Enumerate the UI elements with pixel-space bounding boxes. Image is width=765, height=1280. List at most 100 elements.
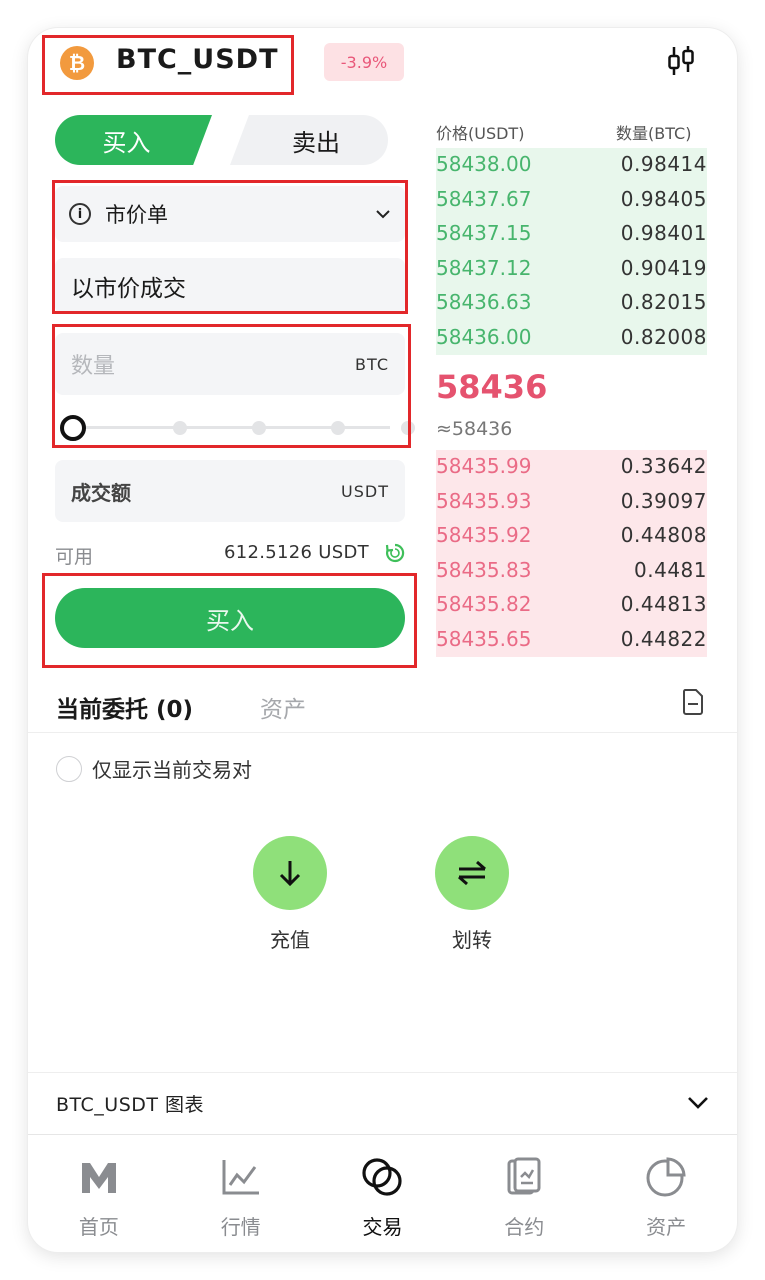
orderbook-price: 58435.83 [436,557,532,582]
orderbook-qty: 0.33642 [620,454,707,478]
orderbook-qty: 0.44822 [620,626,707,651]
orderbook-row[interactable]: 58435.82 0.44813 [436,587,707,621]
quantity-slider[interactable] [60,414,415,442]
quantity-unit: BTC [355,354,389,374]
nav-assets[interactable]: 资产 [595,1135,737,1252]
order-type-select[interactable]: i 市价单 [55,186,405,242]
orderbook-row[interactable]: 58437.12 0.90419 [436,251,707,285]
tab-current-orders[interactable]: 当前委托 (0) [56,690,193,724]
candlestick-icon[interactable] [664,44,698,78]
tab-sell[interactable]: 卖出 [230,115,388,165]
orderbook-qty: 0.98401 [620,221,707,245]
chart-toggle-label[interactable]: BTC_USDT 图表 [56,1090,204,1117]
current-pair-filter[interactable]: 仅显示当前交易对 [56,754,252,783]
transfer-label: 划转 [452,928,492,952]
filter-label: 仅显示当前交易对 [92,758,252,782]
nav-home[interactable]: 首页 [28,1135,170,1252]
orderbook-price: 58435.65 [436,626,532,651]
orderbook-qty: 0.44808 [620,523,707,547]
info-icon: i [69,203,91,225]
quantity-input[interactable]: 数量 BTC [55,333,405,395]
orderbook-qty: 0.44813 [620,592,707,616]
slider-handle[interactable] [60,415,86,441]
orderbook-qty: 0.82015 [620,290,707,314]
nav-home-label: 首页 [78,1215,119,1239]
nav-assets-label: 资产 [646,1215,687,1239]
price-change-badge: -3.9% [324,43,404,81]
orderbook-price: 58436.00 [436,324,532,349]
tab-buy[interactable]: 买入 [55,115,212,165]
orderbook-qty: 0.98405 [620,186,707,211]
amount-label: 成交额 [71,480,131,505]
last-price: 58436 [436,368,548,406]
slider-step-100[interactable] [401,421,415,435]
orderbook-price: 58435.92 [436,523,532,547]
tab-assets[interactable]: 资产 [260,690,306,724]
orderbook-row[interactable]: 58435.99 0.33642 [436,449,707,483]
submit-buy-button[interactable]: 买入 [55,588,405,648]
transfer-button[interactable]: 划转 [427,836,517,953]
orderbook-price: 58435.82 [436,592,532,616]
slider-step-25[interactable] [173,421,187,435]
orderbook-row[interactable]: 58437.67 0.98405 [436,182,707,216]
orderbook-row[interactable]: 58435.65 0.44822 [436,622,707,656]
contract-doc-icon [507,1157,541,1195]
orderbook-row[interactable]: 58437.15 0.98401 [436,216,707,250]
orderbook-row[interactable]: 58436.00 0.82008 [436,320,707,354]
amount-input[interactable]: 成交额 USDT [55,460,405,522]
slider-step-50[interactable] [252,421,266,435]
refresh-icon[interactable] [384,542,406,564]
deposit-label: 充值 [270,928,310,952]
last-price-approx: ≈58436 [436,418,513,440]
deposit-button[interactable]: 充值 [245,836,335,953]
slider-step-75[interactable] [331,421,345,435]
chevron-down-icon [376,210,390,219]
market-price-field: 以市价成交 [55,258,405,314]
nav-trade[interactable]: 交易 [312,1135,454,1252]
divider [28,732,737,733]
orderbook-row[interactable]: 58436.63 0.82015 [436,285,707,319]
orderbook-qty-header: 数量(BTC) [616,124,692,143]
nav-futures[interactable]: 合约 [453,1135,595,1252]
order-history-icon[interactable] [680,688,706,716]
nav-markets-label: 行情 [220,1215,261,1239]
orderbook-price: 58437.67 [436,186,532,211]
orderbook-price: 58437.15 [436,221,532,245]
available-label: 可用 [55,546,94,568]
orderbook-qty: 0.98414 [620,152,707,176]
available-value: 612.5126 USDT [224,542,369,563]
orderbook-qty: 0.90419 [620,255,707,280]
app-frame: ₿ BTC_USDT -3.9% 买入 卖出 i 市价单 以市价成交 数量 BT… [28,28,737,1252]
chevron-down-icon[interactable] [686,1094,710,1112]
orderbook-price: 58435.99 [436,454,532,478]
order-type-label: 市价单 [105,203,168,227]
nav-markets[interactable]: 行情 [170,1135,312,1252]
orderbook-price: 58437.12 [436,255,532,280]
arrow-down-icon [253,836,327,910]
orderbook-price: 58435.93 [436,488,532,513]
orderbook-row[interactable]: 58435.83 0.4481 [436,553,707,587]
nav-futures-label: 合约 [504,1215,545,1239]
orderbook-qty: 0.82008 [620,324,707,349]
divider [28,1072,737,1073]
orderbook-price: 58438.00 [436,152,532,176]
pie-chart-icon [646,1157,686,1197]
quantity-placeholder: 数量 [71,354,116,379]
orderbook-qty: 0.4481 [634,557,707,582]
line-chart-icon [222,1160,259,1195]
orderbook-qty: 0.39097 [620,488,707,513]
orderbook-row[interactable]: 58435.92 0.44808 [436,518,707,552]
amount-unit: USDT [341,481,389,501]
orderbook-price-header: 价格(USDT) [436,124,525,143]
orderbook-price: 58436.63 [436,290,532,314]
orderbook-row[interactable]: 58435.93 0.39097 [436,484,707,518]
orderbook-row[interactable]: 58438.00 0.98414 [436,147,707,181]
pair-title[interactable]: BTC_USDT [116,44,279,75]
overlap-circles-icon [362,1158,403,1196]
bottom-nav: 首页 行情 交易 合约 资产 [28,1135,737,1252]
filter-radio[interactable] [56,755,82,782]
transfer-arrows-icon [435,836,509,910]
bitcoin-icon: ₿ [60,46,94,80]
nav-trade-label: 交易 [362,1215,403,1239]
m-logo-icon [81,1163,116,1193]
